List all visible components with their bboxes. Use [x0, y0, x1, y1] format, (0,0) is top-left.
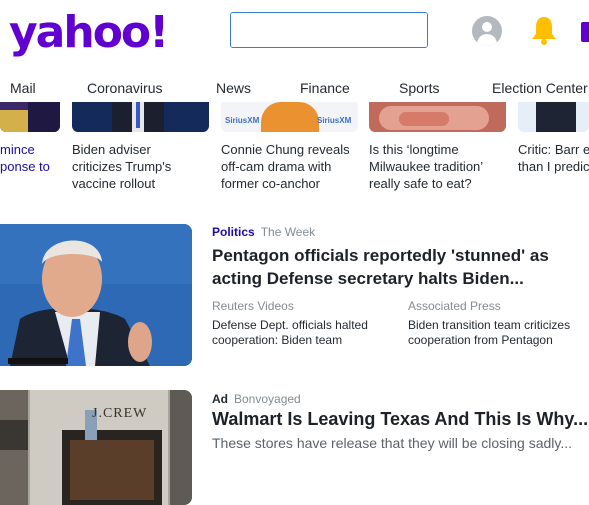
bell-icon[interactable] [530, 15, 558, 45]
ad-image[interactable]: J.CREW [0, 390, 192, 505]
strip-card-image-1[interactable] [72, 102, 209, 132]
search-bar [230, 12, 428, 48]
related-1-title[interactable]: Defense Dept. officials halted cooperatio… [212, 318, 368, 348]
strip-card-image-4[interactable] [518, 102, 589, 132]
related-2-source: Associated Press [408, 299, 501, 313]
related-1-source: Reuters Videos [212, 299, 294, 313]
story-1-category[interactable]: Politics [212, 225, 255, 239]
siriusxm-badge-right: SiriusXM [317, 116, 352, 125]
story-1-image[interactable] [0, 224, 192, 366]
story-1-headline[interactable]: Pentagon officials reportedly 'stunned' … [212, 244, 549, 290]
mail-icon[interactable] [581, 22, 589, 42]
profile-avatar-icon[interactable] [472, 16, 502, 46]
yahoo-logo[interactable]: yahoo! [9, 8, 169, 58]
strip-card-image-0[interactable] [0, 102, 60, 132]
ad-label: Ad [212, 392, 228, 406]
related-2-title[interactable]: Biden transition team criticizes cooperat… [408, 318, 570, 348]
strip-card-title-3[interactable]: Is this ‘longtime Milwaukee tradition’ rea… [369, 141, 483, 192]
nav-news[interactable]: News [216, 80, 251, 96]
strip-card-title-0[interactable]: mince ponse to [0, 141, 50, 175]
strip-card-title-2[interactable]: Connie Chung reveals off-cam drama with fo… [221, 141, 350, 192]
strip-card-title-4[interactable]: Critic: Barr e than I predic [518, 141, 589, 175]
search-input[interactable] [231, 13, 427, 47]
nav-finance[interactable]: Finance [300, 80, 350, 96]
siriusxm-badge: SiriusXM [225, 116, 260, 125]
story-1-source: The Week [260, 225, 316, 239]
storefront-sign: J.CREW [92, 406, 148, 421]
strip-card-image-3[interactable] [369, 102, 506, 132]
strip-card-title-1[interactable]: Biden adviser criticizes Trump's vaccine r… [72, 141, 171, 192]
ad-source[interactable]: Bonvoyaged [234, 392, 301, 406]
biden-photo [0, 224, 192, 366]
strip-card-image-2[interactable]: SiriusXM SiriusXM [221, 102, 358, 132]
nav-election-center[interactable]: Election Center [492, 80, 588, 96]
ad-description: These stores have release that they will… [212, 435, 573, 451]
nav-mail[interactable]: Mail [10, 80, 36, 96]
top-navigation: Mail Coronavirus News Finance Sports Ele… [0, 78, 589, 100]
nav-coronavirus[interactable]: Coronavirus [87, 80, 162, 96]
ad-meta: Ad Bonvoyaged [212, 392, 301, 406]
story-1-meta: Politics The Week [212, 225, 315, 239]
ad-headline[interactable]: Walmart Is Leaving Texas And This Is Why… [212, 408, 588, 431]
nav-sports[interactable]: Sports [399, 80, 439, 96]
